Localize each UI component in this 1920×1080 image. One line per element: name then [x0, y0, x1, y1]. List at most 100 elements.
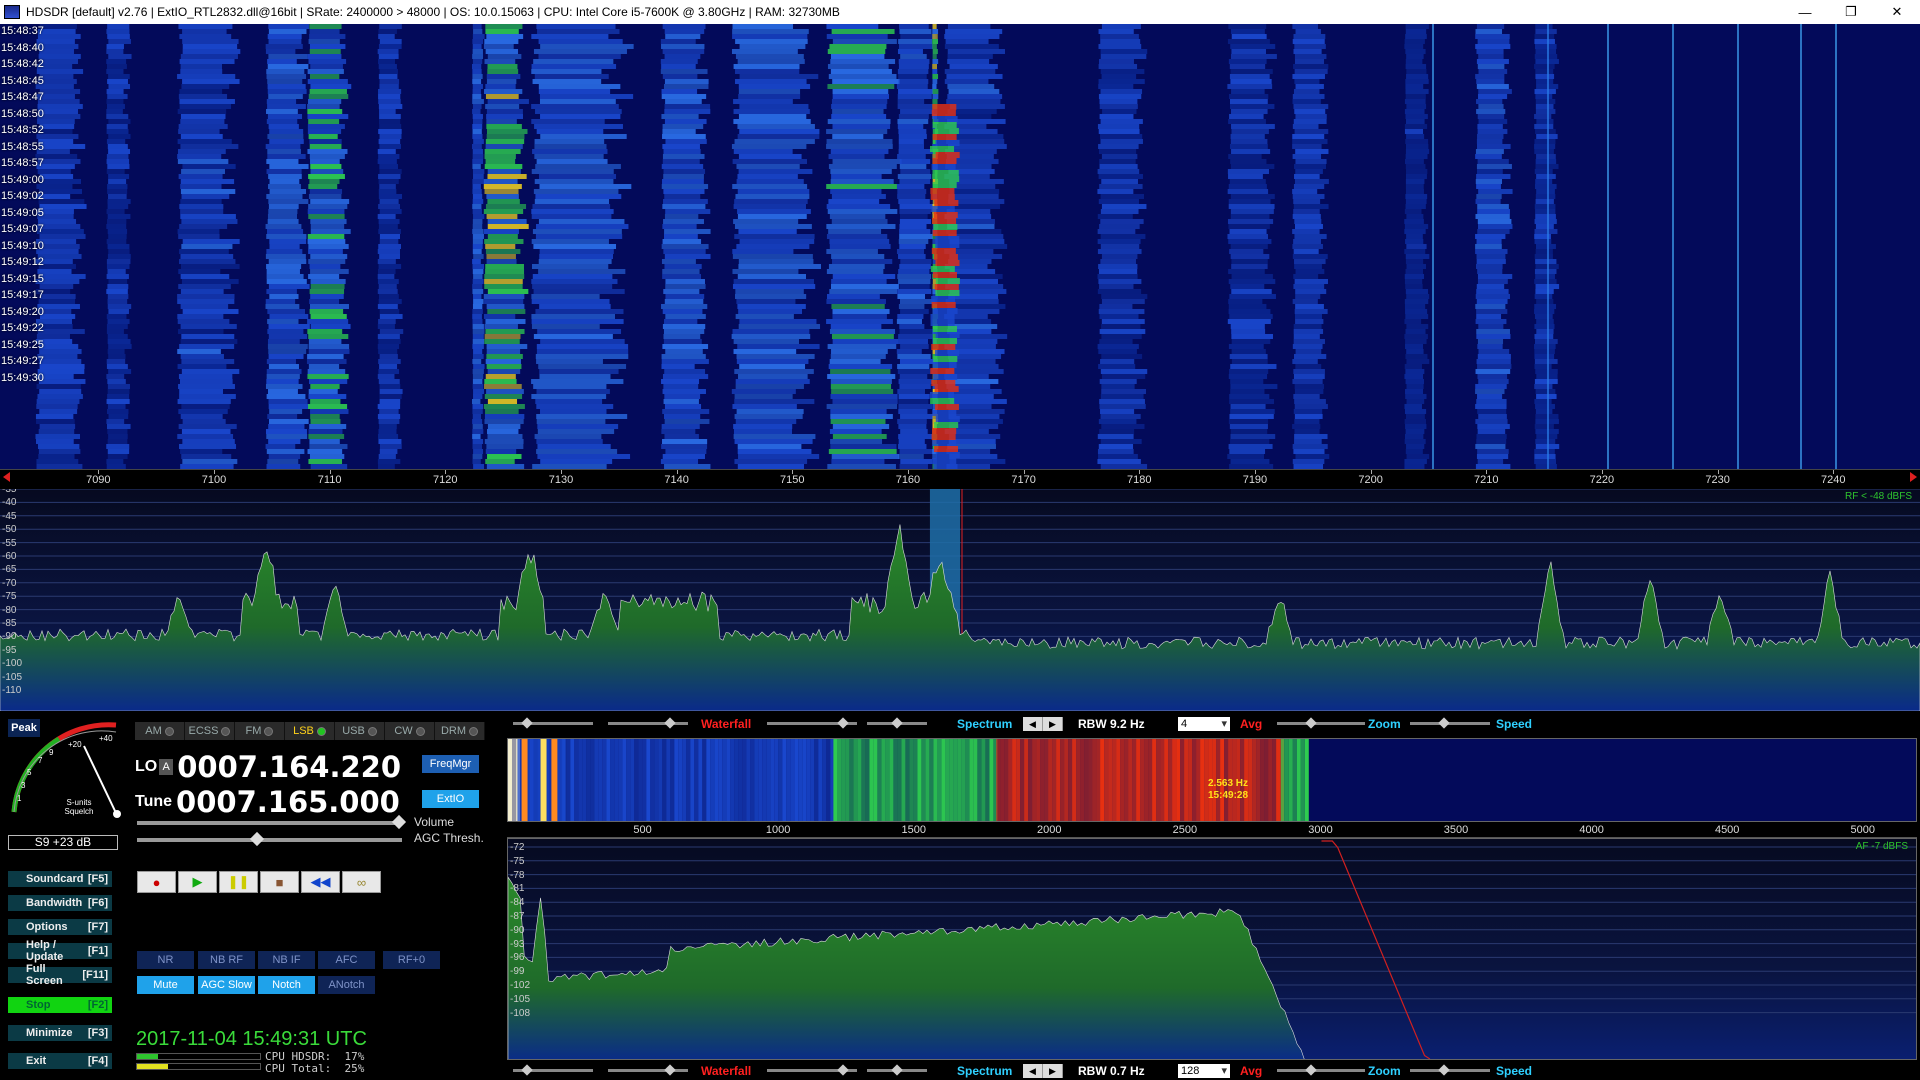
- mode-label: USB: [342, 725, 365, 737]
- close-window-button[interactable]: ✕: [1874, 0, 1920, 24]
- mode-label: ECSS: [188, 725, 219, 737]
- af-db-label: -90: [510, 924, 525, 936]
- nb-rf-button[interactable]: NB RF: [198, 951, 255, 969]
- spectrum-brightness-slider[interactable]: [867, 1064, 927, 1076]
- spectrum-contrast-slider[interactable]: [767, 717, 857, 729]
- af-freq-label: 1000: [765, 824, 791, 836]
- avg-select[interactable]: 128: [1178, 1064, 1230, 1078]
- options-button[interactable]: Options [F7]: [8, 919, 112, 935]
- waterfall-time-label: 15:49:25: [1, 338, 44, 351]
- peak-button[interactable]: Peak: [8, 719, 40, 737]
- audio-panel: WaterfallSpectrum◀▶RBW 9.2 Hz4AvgZoomSpe…: [505, 711, 1920, 1080]
- waterfall-brightness-slider[interactable]: [608, 717, 688, 729]
- rbw-left-arrow-icon[interactable]: ◀: [1023, 717, 1043, 731]
- stop-button[interactable]: Stop [F2]: [8, 997, 112, 1013]
- extio-button[interactable]: ExtIO: [422, 790, 479, 808]
- freq-label: 7240: [1821, 474, 1846, 486]
- lo-frequency[interactable]: 0007.164.220: [177, 750, 401, 784]
- rf-db-label: -105: [2, 671, 23, 683]
- nr-button[interactable]: NR: [137, 951, 194, 969]
- waterfall-time-label: 15:48:42: [1, 58, 44, 70]
- rbw-left-arrow-icon[interactable]: ◀: [1023, 1064, 1043, 1078]
- restore-window-button[interactable]: ❐: [1828, 0, 1874, 24]
- cpu-hdsdr-bar: [136, 1053, 261, 1060]
- soundcard-button[interactable]: Soundcard [F5]: [8, 871, 112, 887]
- rf-frequency-scale[interactable]: 7090 7100 7110 7120 7130 7140 7150 7160 7170 7180…: [0, 469, 1920, 489]
- cpu-text: CPU HDSDR: 17% CPU Total: 25%: [265, 1051, 364, 1075]
- zoom-slider[interactable]: [1277, 717, 1365, 729]
- rbw-label: RBW 9.2 Hz: [1078, 717, 1145, 731]
- notch-button[interactable]: Notch: [258, 976, 315, 994]
- waterfall-time-label: 15:49:07: [1, 223, 44, 235]
- mode-am-button[interactable]: AM: [135, 722, 185, 740]
- minimize-window-button[interactable]: —: [1782, 0, 1828, 24]
- scroll-right-arrow-icon[interactable]: [1910, 472, 1917, 482]
- zoom-slider[interactable]: [1277, 1064, 1365, 1076]
- zoom-label: Zoom: [1368, 1064, 1401, 1078]
- rbw-right-arrow-icon[interactable]: ▶: [1043, 1064, 1063, 1078]
- speed-slider[interactable]: [1410, 717, 1490, 729]
- record-button[interactable]: ●: [137, 871, 176, 893]
- lo-label: LO: [135, 758, 158, 775]
- mode-drm-button[interactable]: DRM: [435, 722, 485, 740]
- rbw-right-arrow-icon[interactable]: ▶: [1043, 717, 1063, 731]
- rf-db-label: -65: [2, 564, 17, 576]
- agc-threshold-slider[interactable]: [137, 831, 402, 847]
- rf-waterfall[interactable]: 15:48:37 15:48:40 15:48:42 15:48:45 15:48:47…: [0, 24, 1920, 469]
- af-cursor-freq: 2.563 Hz: [1208, 778, 1249, 789]
- mode-ecss-button[interactable]: ECSS: [185, 722, 235, 740]
- rbw-arrows[interactable]: ◀ ▶: [1023, 1064, 1063, 1078]
- waterfall-brightness-slider[interactable]: [608, 1064, 688, 1076]
- mute-button[interactable]: Mute: [137, 976, 194, 994]
- mode-label: FM: [245, 725, 262, 737]
- freqmgr-button[interactable]: FreqMgr: [422, 755, 479, 773]
- rf-db-label: -70: [2, 577, 17, 589]
- scroll-left-arrow-icon[interactable]: [3, 472, 10, 482]
- bandwidth-button[interactable]: Bandwidth [F6]: [8, 895, 112, 911]
- full-screen-button[interactable]: Full Screen [F11]: [8, 963, 112, 987]
- tune-frequency[interactable]: 0007.165.000: [176, 785, 400, 819]
- mode-fm-button[interactable]: FM: [235, 722, 285, 740]
- rewind-button[interactable]: ◀◀: [301, 871, 340, 893]
- stop-playback-button[interactable]: ■: [260, 871, 299, 893]
- help-update-button[interactable]: Help / Update [F1]: [8, 939, 112, 963]
- af-spectrum[interactable]: AF -7 dBFS -72 -75 -78 -81 -84 -87 -90 -93 -96 -9…: [507, 838, 1917, 1060]
- pause-button[interactable]: ❚❚: [219, 871, 258, 893]
- spectrum-contrast-slider[interactable]: [767, 1064, 857, 1076]
- rbw-arrows[interactable]: ◀ ▶: [1023, 717, 1063, 731]
- af-freq-label: 2500: [1172, 824, 1198, 836]
- afc-button[interactable]: AFC: [318, 951, 375, 969]
- af-waterfall[interactable]: 2.563 Hz 15:49:28: [507, 738, 1917, 822]
- lo-a-button[interactable]: A: [159, 759, 174, 775]
- side-button-key: [F2]: [87, 999, 108, 1011]
- waterfall-time-label: 15:48:47: [1, 91, 44, 103]
- rf-db-label: -40: [2, 497, 17, 509]
- loop-button[interactable]: ∞: [342, 871, 381, 893]
- s-meter-value: S9 +23 dB: [8, 835, 118, 850]
- rf-db-label: -90: [2, 631, 17, 643]
- waterfall-contrast-slider[interactable]: [513, 1064, 593, 1076]
- anotch-button[interactable]: ANotch: [318, 976, 375, 994]
- speed-slider[interactable]: [1410, 1064, 1490, 1076]
- rf-spectrum[interactable]: RF < -48 dBFS -35 -40 -45 -50 -55 -60 -65 -70 -7…: [0, 489, 1920, 711]
- freq-label: 7110: [317, 474, 342, 486]
- play-button[interactable]: ▶: [178, 871, 217, 893]
- rf-db-label: -35: [2, 489, 17, 495]
- mode-cw-button[interactable]: CW: [385, 722, 435, 740]
- exit-button[interactable]: Exit [F4]: [8, 1053, 112, 1069]
- nb-if-button[interactable]: NB IF: [258, 951, 315, 969]
- avg-select[interactable]: 4: [1178, 717, 1230, 731]
- side-button-key: [F5]: [87, 873, 108, 885]
- spectrum-label: Spectrum: [957, 1064, 1013, 1078]
- waterfall-time-labels: 15:48:37 15:48:40 15:48:42 15:48:45 15:48:47…: [0, 24, 60, 469]
- agc-slow-button[interactable]: AGC Slow: [198, 976, 255, 994]
- volume-slider[interactable]: [137, 814, 407, 830]
- freq-label: 7120: [433, 474, 458, 486]
- minimize-button[interactable]: Minimize [F3]: [8, 1025, 112, 1041]
- waterfall-contrast-slider[interactable]: [513, 717, 593, 729]
- squelch-knob[interactable]: [113, 810, 121, 818]
- mode-lsb-button[interactable]: LSB: [285, 722, 335, 740]
- spectrum-brightness-slider[interactable]: [867, 717, 927, 729]
- rf-0-button[interactable]: RF+0: [383, 951, 440, 969]
- mode-usb-button[interactable]: USB: [335, 722, 385, 740]
